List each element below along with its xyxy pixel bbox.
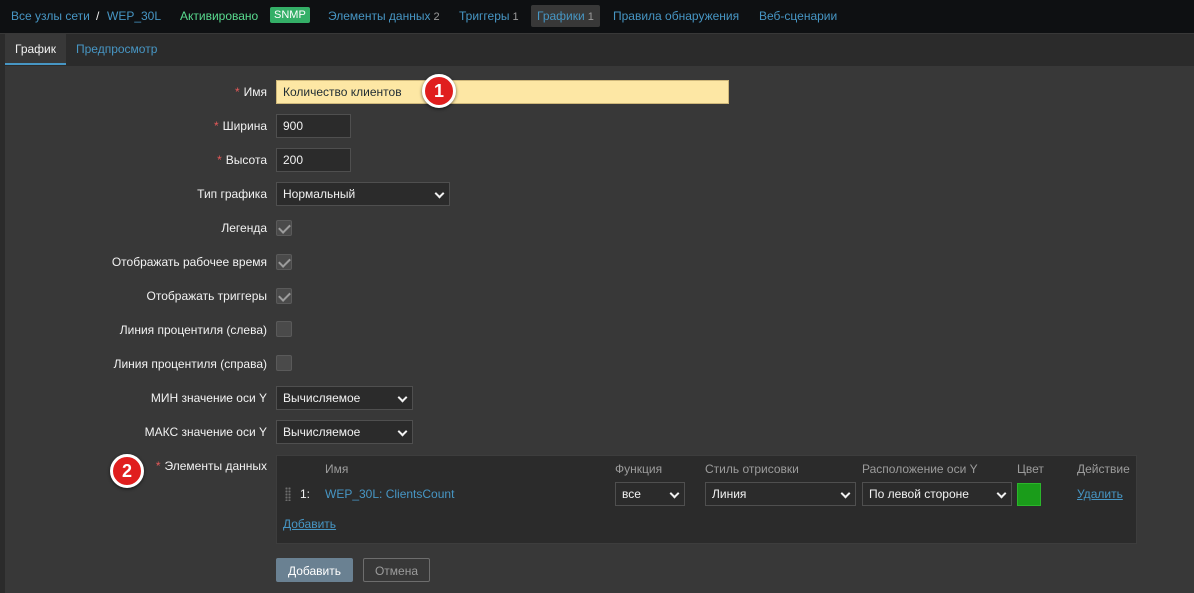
col-header-draw-style: Стиль отрисовки bbox=[705, 462, 799, 476]
worktime-checkbox[interactable] bbox=[276, 254, 292, 270]
nav-triggers-label[interactable]: Триггеры bbox=[459, 9, 510, 23]
chevron-down-icon bbox=[397, 426, 408, 437]
width-label-text: Ширина bbox=[222, 119, 267, 133]
required-mark: * bbox=[217, 153, 222, 167]
ymax-select[interactable]: Вычисляемое bbox=[276, 420, 413, 444]
drag-handle-icon[interactable] bbox=[285, 487, 291, 501]
nav-graphs-label[interactable]: Графики bbox=[537, 9, 585, 23]
nav-items-count: 2 bbox=[433, 11, 440, 23]
percentile-right-label: Линия процентиля (справа) bbox=[113, 357, 267, 371]
items-label: * Элементы данных bbox=[156, 459, 267, 473]
height-label-text: Высота bbox=[225, 153, 267, 167]
nav-discovery-rules[interactable]: Правила обнаружения bbox=[613, 9, 739, 23]
percentile-left-label: Линия процентиля (слева) bbox=[119, 323, 267, 337]
checkmark-icon bbox=[278, 221, 291, 234]
nav-items[interactable]: Элементы данных 2 bbox=[328, 9, 440, 24]
required-mark: * bbox=[155, 459, 161, 473]
function-select[interactable]: все bbox=[615, 482, 685, 506]
show-triggers-checkbox[interactable] bbox=[276, 288, 292, 304]
chevron-down-icon bbox=[434, 188, 445, 199]
legend-checkbox[interactable] bbox=[276, 220, 292, 236]
items-label-text: Элементы данных bbox=[164, 459, 267, 473]
nav-graphs-active[interactable]: Графики 1 bbox=[531, 5, 600, 27]
nav-triggers[interactable]: Триггеры 1 bbox=[459, 9, 519, 24]
item-name-link[interactable]: WEP_30L: ClientsCount bbox=[325, 487, 454, 501]
ymax-value: Вычисляемое bbox=[283, 425, 361, 439]
remove-item-link[interactable]: Удалить bbox=[1077, 487, 1123, 501]
chevron-down-icon bbox=[669, 488, 680, 499]
ymin-value: Вычисляемое bbox=[283, 391, 361, 405]
cancel-button[interactable]: Отмена bbox=[363, 558, 430, 582]
graph-type-value: Нормальный bbox=[283, 187, 356, 201]
snmp-availability-badge: SNMP bbox=[270, 7, 310, 23]
graph-type-label: Тип графика bbox=[197, 187, 267, 201]
add-item-link[interactable]: Добавить bbox=[283, 517, 336, 531]
add-button[interactable]: Добавить bbox=[276, 558, 353, 582]
graph-items-table: Имя Функция Стиль отрисовки Расположение… bbox=[276, 455, 1137, 544]
nav-triggers-count: 1 bbox=[512, 11, 519, 23]
chevron-down-icon bbox=[397, 392, 408, 403]
graph-form: *Имя *Ширина *Высота Тип графика Нормаль… bbox=[5, 66, 1194, 593]
ymin-label: МИН значение оси Y bbox=[150, 391, 267, 405]
nav-web-scenarios[interactable]: Веб-сценарии bbox=[759, 9, 837, 23]
show-triggers-label: Отображать триггеры bbox=[146, 289, 267, 303]
col-header-y-axis-side: Расположение оси Y bbox=[862, 462, 978, 476]
name-label-text: Имя bbox=[243, 85, 267, 99]
checkmark-icon bbox=[278, 255, 291, 268]
nav-items-label[interactable]: Элементы данных bbox=[328, 9, 430, 23]
breadcrumb-host[interactable]: WEP_30L bbox=[107, 9, 161, 23]
function-value: все bbox=[622, 487, 641, 501]
tab-graph[interactable]: График bbox=[5, 34, 66, 65]
height-label: * Высота bbox=[217, 153, 267, 167]
width-label: * Ширина bbox=[214, 119, 267, 133]
form-tabs: График Предпросмотр bbox=[5, 34, 1194, 65]
host-navigation-bar: Все узлы сети / WEP_30L Активировано SNM… bbox=[0, 0, 1194, 34]
annotation-marker-2: 2 bbox=[110, 454, 144, 488]
nav-graphs-count: 1 bbox=[587, 11, 594, 23]
annotation-marker-1: 1 bbox=[422, 74, 456, 108]
y-axis-side-select[interactable]: По левой стороне bbox=[862, 482, 1012, 506]
percentile-left-checkbox[interactable] bbox=[276, 321, 292, 337]
tab-graph-label: График bbox=[15, 42, 56, 56]
chevron-down-icon bbox=[840, 488, 851, 499]
col-header-function: Функция bbox=[615, 462, 663, 476]
width-input[interactable] bbox=[276, 114, 351, 138]
graph-type-select[interactable]: Нормальный bbox=[276, 182, 450, 206]
col-header-name: Имя bbox=[325, 462, 349, 476]
draw-style-value: Линия bbox=[712, 487, 747, 501]
y-axis-side-value: По левой стороне bbox=[869, 487, 969, 501]
draw-style-select[interactable]: Линия bbox=[705, 482, 856, 506]
breadcrumb-all-hosts[interactable]: Все узлы сети bbox=[11, 9, 90, 23]
breadcrumb-separator: / bbox=[96, 9, 100, 23]
chevron-down-icon bbox=[996, 488, 1007, 499]
checkmark-icon bbox=[278, 289, 291, 302]
ymax-label: МАКС значение оси Y bbox=[144, 425, 267, 439]
percentile-right-checkbox[interactable] bbox=[276, 355, 292, 371]
legend-label: Легенда bbox=[221, 221, 267, 235]
required-mark: * bbox=[234, 85, 240, 99]
height-input[interactable] bbox=[276, 148, 351, 172]
ymin-select[interactable]: Вычисляемое bbox=[276, 386, 413, 410]
required-mark: * bbox=[213, 119, 219, 133]
host-status-enabled[interactable]: Активировано bbox=[180, 9, 258, 23]
tab-preview[interactable]: Предпросмотр bbox=[76, 42, 157, 56]
row-index: 1: bbox=[300, 487, 311, 501]
col-header-action: Действие bbox=[1077, 462, 1130, 476]
col-header-color: Цвет bbox=[1017, 462, 1044, 476]
name-label: * Имя bbox=[235, 85, 267, 99]
worktime-label: Отображать рабочее время bbox=[111, 255, 267, 269]
name-input[interactable] bbox=[276, 80, 729, 104]
color-picker[interactable] bbox=[1017, 483, 1041, 506]
